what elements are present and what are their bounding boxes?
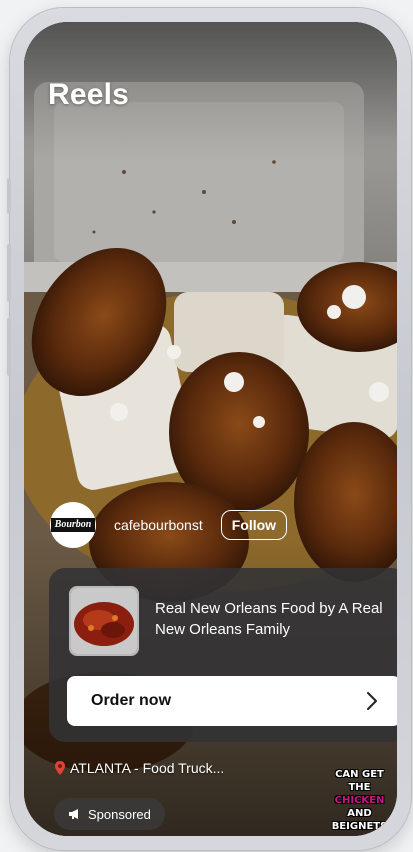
- order-now-button[interactable]: Order now: [67, 676, 397, 726]
- ad-thumbnail-image: [71, 588, 137, 654]
- overlay-word-the: THE: [348, 782, 371, 793]
- account-row: Bourbon cafebourbonst Follow: [50, 502, 288, 548]
- overlay-line-3: BEIGNETS: [331, 821, 388, 832]
- sponsored-label: Sponsored: [88, 806, 151, 822]
- volume-up-button: [7, 244, 11, 302]
- order-now-label: Order now: [91, 692, 172, 709]
- megaphone-icon: [69, 809, 78, 819]
- overlay-word-chicken: CHICKEN: [334, 795, 385, 806]
- ad-headline: Real New Orleans Food by A Real New Orle…: [155, 600, 383, 638]
- username[interactable]: cafebourbonst: [114, 517, 203, 533]
- ad-card[interactable]: Real New Orleans Food by A Real New Orle…: [49, 568, 397, 742]
- overlay-line-2: THE CHICKEN AND: [322, 781, 397, 820]
- location-text: ATLANTA - Food Truck...: [70, 760, 225, 776]
- video-text-overlay: CAN GET THE CHICKEN AND BEIGNETS: [322, 768, 397, 833]
- volume-down-button: [7, 318, 11, 376]
- location-label[interactable]: ATLANTA - Food Truck...: [54, 760, 224, 776]
- avatar-logo-text: Bourbon: [51, 518, 95, 532]
- sponsored-badge[interactable]: Sponsored: [54, 798, 165, 830]
- map-pin-icon: [55, 761, 65, 775]
- phone-frame: Reels Bourbon cafebourbonst Follow Real …: [7, 8, 411, 850]
- avatar[interactable]: Bourbon: [50, 502, 96, 548]
- ad-thumbnail[interactable]: [69, 586, 139, 656]
- follow-button[interactable]: Follow: [220, 510, 288, 540]
- chevron-right-icon: [367, 692, 377, 710]
- reel-video[interactable]: Reels Bourbon cafebourbonst Follow Real …: [24, 22, 397, 836]
- overlay-line-1: CAN GET: [335, 769, 384, 780]
- page-title: Reels: [48, 78, 130, 111]
- mute-switch: [7, 178, 11, 214]
- overlay-word-and: AND: [347, 808, 372, 819]
